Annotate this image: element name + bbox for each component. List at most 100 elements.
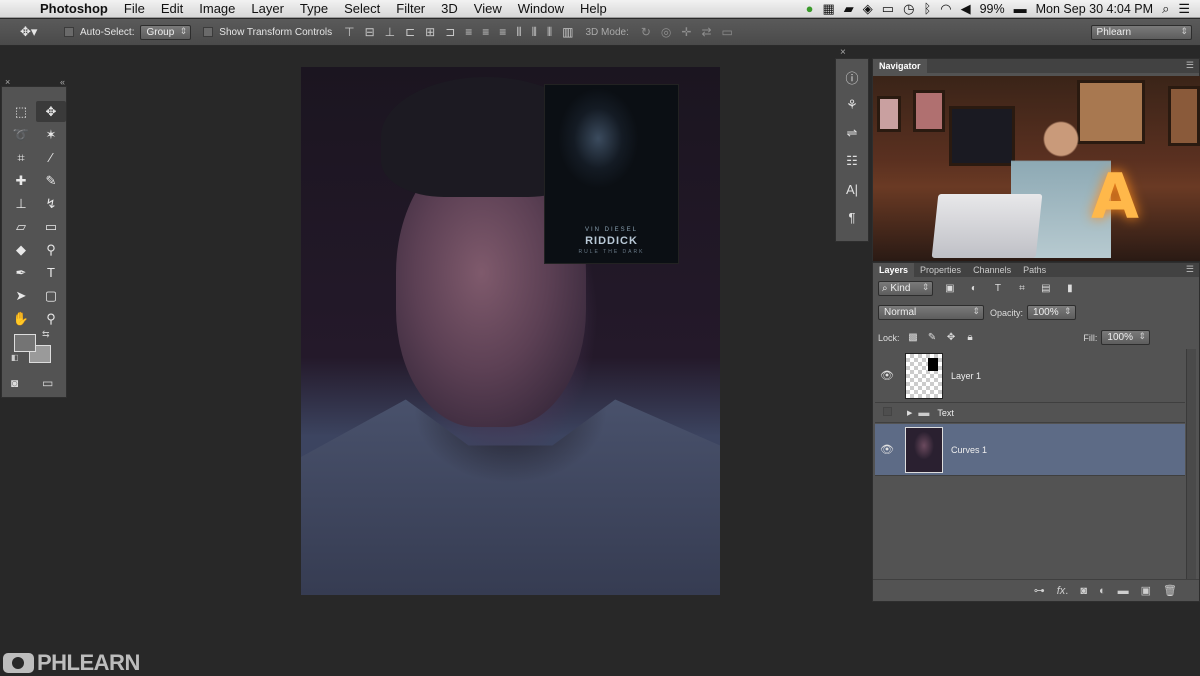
menu-select[interactable]: Select — [336, 1, 388, 16]
new-layer-icon[interactable]: ▣ — [1141, 584, 1151, 597]
marquee-tool-icon[interactable]: ⬚ — [6, 101, 36, 122]
menu-image[interactable]: Image — [191, 1, 243, 16]
move-tool-preset-icon[interactable]: ✥▾ — [0, 24, 46, 40]
menu-file[interactable]: File — [116, 1, 153, 16]
distribute-vcenter-icon[interactable]: ≡ — [482, 25, 489, 40]
shape-tool-icon[interactable]: ▢ — [36, 285, 66, 306]
3d-slide-icon[interactable]: ⇄ — [701, 25, 711, 39]
hand-tool-icon[interactable]: ✋ — [6, 308, 36, 329]
panel-menu-icon[interactable]: ☰ — [1186, 264, 1194, 275]
menu-help[interactable]: Help — [572, 1, 615, 16]
menu-3d[interactable]: 3D — [433, 1, 466, 16]
distribute-left-icon[interactable]: ⦀ — [516, 25, 521, 40]
filter-smart-object-icon[interactable]: ▤ — [1038, 282, 1053, 295]
tab-properties[interactable]: Properties — [914, 263, 967, 277]
menu-filter[interactable]: Filter — [388, 1, 433, 16]
lock-image-icon[interactable]: ✎ — [925, 331, 940, 344]
align-right-icon[interactable]: ⊐ — [445, 25, 455, 40]
move-tool-icon[interactable]: ✥ — [36, 101, 66, 122]
clock[interactable]: Mon Sep 30 4:04 PM — [1036, 2, 1153, 16]
align-vcenter-icon[interactable]: ⊟ — [365, 25, 375, 40]
zoom-tool-icon[interactable]: ⚲ — [36, 308, 66, 329]
gradient-tool-icon[interactable]: ▭ — [36, 216, 66, 237]
chat-icon[interactable]: ▰ — [844, 1, 854, 17]
align-bottom-icon[interactable]: ⊥ — [385, 25, 395, 40]
layer-comps-icon[interactable]: ☷ — [836, 149, 868, 173]
close-icon[interactable]: × — [5, 77, 10, 87]
filter-adjustment-icon[interactable]: ◐ — [966, 282, 981, 295]
airplay-icon[interactable]: ▭ — [882, 1, 894, 17]
pen-tool-icon[interactable]: ✒ — [6, 262, 36, 283]
screen-mode-icon[interactable]: ▭ — [42, 376, 53, 390]
lock-transparent-icon[interactable]: ▩ — [906, 331, 921, 344]
menu-photoshop[interactable]: Photoshop — [36, 1, 116, 16]
layer-row-text-group[interactable]: ▶ ▬ Text — [875, 404, 1185, 423]
dropbox-icon[interactable]: ◈ — [863, 1, 873, 17]
history-brush-tool-icon[interactable]: ↯ — [36, 193, 66, 214]
riddick-poster-layer[interactable]: VIN DIESEL RIDDICK RULE THE DARK — [544, 84, 679, 264]
eraser-tool-icon[interactable]: ▱ — [6, 216, 36, 237]
magic-wand-tool-icon[interactable]: ✶ — [36, 124, 66, 145]
new-group-icon[interactable]: ▬ — [1118, 585, 1129, 597]
align-left-icon[interactable]: ⊏ — [405, 25, 415, 40]
dodge-tool-icon[interactable]: ⚲ — [36, 239, 66, 260]
healing-brush-tool-icon[interactable]: ✚ — [6, 170, 36, 191]
expand-arrow-icon[interactable]: ▶ — [907, 409, 912, 417]
menu-edit[interactable]: Edit — [153, 1, 191, 16]
filter-toggle-icon[interactable]: ▮ — [1062, 282, 1077, 295]
tab-paths[interactable]: Paths — [1017, 263, 1052, 277]
workspace-dropdown[interactable]: Phlearn — [1090, 24, 1192, 40]
time-machine-icon[interactable]: ◷ — [903, 1, 914, 17]
3d-scale-icon[interactable]: ▭ — [722, 25, 733, 39]
align-hcenter-icon[interactable]: ⊞ — [425, 25, 435, 40]
distribute-bottom-icon[interactable]: ≡ — [499, 25, 506, 40]
opacity-field[interactable]: 100% — [1027, 305, 1076, 320]
filter-type-icon[interactable]: T — [990, 282, 1005, 295]
default-colors-icon[interactable]: ◧ — [11, 353, 19, 362]
quick-mask-icon[interactable]: ◙ — [11, 376, 18, 390]
align-top-icon[interactable]: ⊤ — [344, 25, 354, 40]
lock-all-icon[interactable]: 🔒︎ — [963, 331, 978, 344]
show-transform-checkbox[interactable] — [203, 27, 214, 37]
volume-icon[interactable]: ◀ — [961, 1, 971, 17]
layers-scrollbar[interactable] — [1186, 349, 1196, 581]
3d-roll-icon[interactable]: ◎ — [661, 25, 671, 39]
auto-align-icon[interactable]: ▥ — [562, 25, 573, 40]
eyedropper-tool-icon[interactable]: ⁄ — [36, 147, 66, 168]
grid-icon[interactable]: ▦ — [823, 1, 835, 17]
distribute-right-icon[interactable]: ⦀ — [547, 25, 552, 40]
character-panel-icon[interactable]: A| — [836, 177, 868, 201]
auto-select-checkbox[interactable] — [64, 27, 74, 37]
collapse-icon[interactable]: « — [60, 77, 65, 87]
visibility-off-box[interactable] — [875, 407, 899, 419]
layer-row-layer-1[interactable]: 👁︎ Layer 1 — [875, 349, 1185, 403]
filter-type-dropdown[interactable]: ⌕ Kind — [878, 281, 934, 296]
blend-mode-dropdown[interactable]: Normal — [878, 305, 984, 320]
lock-position-icon[interactable]: ✥ — [944, 331, 959, 344]
wifi-icon[interactable]: ◠ — [940, 1, 951, 17]
spotlight-icon[interactable]: ⌕ — [1162, 1, 1169, 17]
brush-presets-icon[interactable]: ⚘ — [836, 93, 868, 117]
brush-tool-icon[interactable]: ✎ — [36, 170, 66, 191]
filter-shape-icon[interactable]: ⌗ — [1014, 282, 1029, 295]
menu-type[interactable]: Type — [292, 1, 336, 16]
layer-style-fx-icon[interactable]: fx. — [1057, 585, 1069, 597]
tab-navigator[interactable]: Navigator — [873, 59, 927, 73]
visibility-eye-icon[interactable]: 👁︎ — [875, 369, 899, 382]
fill-field[interactable]: 100% — [1101, 330, 1150, 345]
panel-menu-icon[interactable]: ☰ — [1186, 60, 1194, 71]
bluetooth-icon[interactable]: ᛒ — [923, 1, 931, 16]
crop-tool-icon[interactable]: ⌗ — [6, 147, 36, 168]
path-selection-tool-icon[interactable]: ➤ — [6, 285, 36, 306]
evernote-icon[interactable]: ● — [806, 1, 814, 16]
close-icon[interactable]: × — [840, 47, 846, 58]
paragraph-panel-icon[interactable]: ¶ — [836, 205, 868, 229]
clone-stamp-tool-icon[interactable]: ⊥ — [6, 193, 36, 214]
3d-orbit-icon[interactable]: ↻ — [641, 25, 651, 39]
notification-center-icon[interactable]: ☰ — [1178, 1, 1190, 17]
filter-pixel-icon[interactable]: ▣ — [942, 282, 957, 295]
adjustments-icon[interactable]: ⇌ — [836, 121, 868, 145]
info-panel-icon[interactable]: ⓘ — [836, 65, 868, 89]
foreground-color-swatch[interactable] — [14, 334, 36, 352]
3d-pan-icon[interactable]: ✛ — [681, 25, 691, 39]
